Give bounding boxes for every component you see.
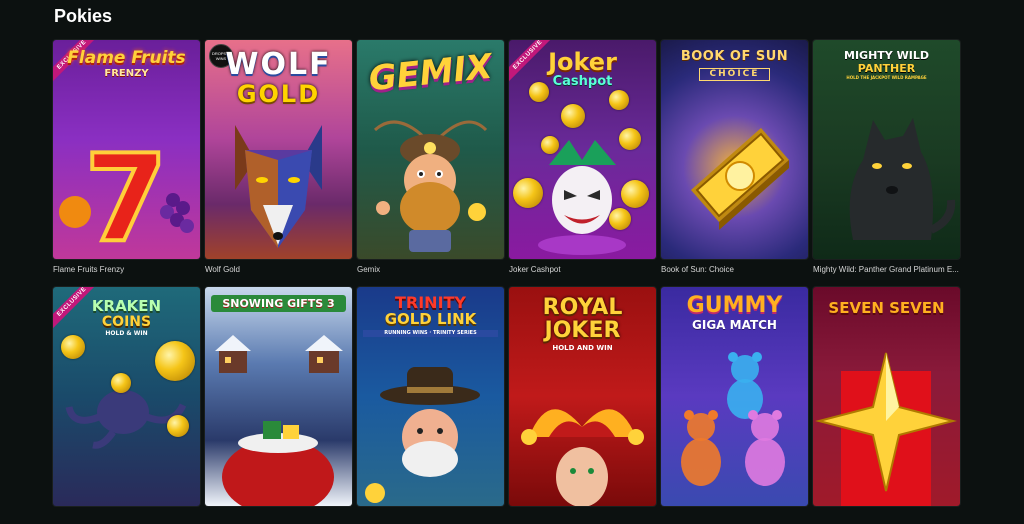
coin-icon [155,341,195,381]
game-thumbnail[interactable]: MIGHTY WILD PANTHER HOLD THE JACKPOT WIL… [813,40,960,259]
game-thumbnail[interactable]: DROPS & WINS WOLF GOLD [205,40,352,259]
game-title[interactable]: Joker Cashpot [509,265,656,277]
coin-icon [529,82,549,102]
gummy-bear-icon [681,352,785,486]
coin-icon [619,128,641,150]
game-title[interactable]: Gemix [357,265,504,277]
star-icon [815,352,957,506]
coin-icon [167,415,189,437]
wolf-icon [235,125,322,248]
game-title[interactable]: Wolf Gold [205,265,352,277]
coin-icon [561,104,585,128]
coin-icon [609,90,629,110]
game-thumbnail[interactable]: EXCLUSIVE KRAKEN COINS HOLD & WIN [53,287,200,506]
game-thumbnail[interactable]: TRINITY GOLD LINK RUNNING WINS · TRINITY… [357,287,504,506]
kraken-icon [65,390,187,449]
game-thumbnail[interactable]: SNOWING GIFTS 3 [205,287,352,506]
game-tile[interactable]: ROYAL JOKER HOLD AND WIN [509,287,656,524]
game-tile[interactable]: EXCLUSIVE KRAKEN COINS HOLD & WIN [53,287,200,524]
joker-icon [538,140,626,255]
coin-icon [61,335,85,359]
game-title[interactable] [509,512,656,524]
game-title[interactable]: Book of Sun: Choice [661,265,808,277]
game-title[interactable] [357,512,504,524]
game-thumbnail[interactable]: BOOK OF SUN CHOICE [661,40,808,259]
svg-text:7: 7 [84,130,168,259]
game-tile[interactable]: SEVEN SEVEN [813,287,960,524]
coin-icon [111,373,131,393]
game-title[interactable] [53,512,200,524]
game-tile[interactable]: DROPS & WINS WOLF GOLD Wolf Gold [205,40,352,277]
coin-icon [513,178,543,208]
game-tile[interactable]: EXCLUSIVE Joker Cashpot Joker Cashpot [509,40,656,277]
game-tile[interactable]: TRINITY GOLD LINK RUNNING WINS · TRINITY… [357,287,504,524]
game-thumbnail[interactable]: EXCLUSIVE Joker Cashpot [509,40,656,259]
coin-icon [541,136,559,154]
game-tile[interactable]: SNOWING GIFTS 3 [205,287,352,524]
game-tile[interactable]: GEMIX Gemix [357,40,504,277]
book-icon [691,128,789,230]
game-tile[interactable]: GUMMY GIGA MATCH [661,287,808,524]
game-grid: EXCLUSIVE Flame Fruits FRENZY 7 Flame Fr… [53,40,960,524]
coin-icon [609,208,631,230]
seven-icon: 7 [59,128,194,259]
dwarf-icon [373,120,488,252]
game-tile[interactable]: EXCLUSIVE Flame Fruits FRENZY 7 Flame Fr… [53,40,200,277]
game-thumbnail[interactable]: GEMIX [357,40,504,259]
game-thumbnail[interactable]: ROYAL JOKER HOLD AND WIN [509,287,656,506]
game-tile[interactable]: MIGHTY WILD PANTHER HOLD THE JACKPOT WIL… [813,40,960,277]
section-title: Pokies [54,6,113,26]
game-title[interactable] [205,512,352,524]
gift-sack-icon [215,335,343,506]
game-thumbnail[interactable]: GUMMY GIGA MATCH [661,287,808,506]
coin-icon [621,180,649,208]
game-title[interactable]: Mighty Wild: Panther Grand Platinum E... [813,265,960,277]
jester-icon [521,409,644,506]
game-title[interactable] [813,512,960,524]
game-tile[interactable]: BOOK OF SUN CHOICE Book of Sun: Choice [661,40,808,277]
game-thumbnail[interactable]: SEVEN SEVEN [813,287,960,506]
cowboy-icon [365,367,480,503]
game-title[interactable] [661,512,808,524]
panther-icon [849,118,956,240]
game-title[interactable]: Flame Fruits Frenzy [53,265,200,277]
game-thumbnail[interactable]: EXCLUSIVE Flame Fruits FRENZY 7 [53,40,200,259]
